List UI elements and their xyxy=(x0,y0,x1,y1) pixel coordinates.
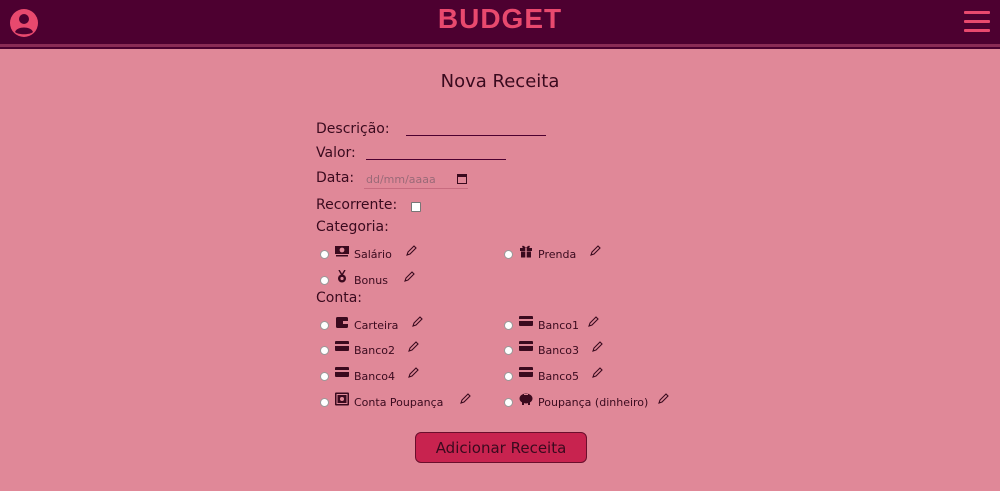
hamburger-menu-icon[interactable] xyxy=(964,11,990,33)
conta-radio[interactable] xyxy=(320,321,329,330)
pencil-icon[interactable] xyxy=(408,341,419,352)
categoria-radio[interactable] xyxy=(504,250,513,259)
card-icon xyxy=(519,341,533,351)
pencil-icon[interactable] xyxy=(408,367,419,378)
categoria-label-text: Bonus xyxy=(354,274,388,287)
categoria-label-text: Prenda xyxy=(538,248,577,261)
calendar-icon[interactable] xyxy=(457,173,467,184)
card-icon xyxy=(519,316,533,326)
conta-label-text: Banco1 xyxy=(538,319,580,332)
categoria-label-text: Salário xyxy=(354,248,392,261)
categoria-radio[interactable] xyxy=(320,276,329,285)
pencil-icon[interactable] xyxy=(590,245,601,256)
app-title: BUDGET xyxy=(437,3,563,34)
conta-radio[interactable] xyxy=(320,398,329,407)
conta-radio[interactable] xyxy=(320,346,329,355)
conta-label-text: Banco3 xyxy=(538,344,580,357)
conta-radio[interactable] xyxy=(320,372,329,381)
conta-radio[interactable] xyxy=(504,321,513,330)
safe-icon xyxy=(335,392,349,406)
pencil-icon[interactable] xyxy=(592,367,603,378)
conta-label-text: Banco5 xyxy=(538,370,580,383)
valor-input[interactable] xyxy=(366,143,506,160)
conta-label-text: Poupança (dinheiro) xyxy=(538,396,649,409)
adicionar-receita-button[interactable]: Adicionar Receita xyxy=(415,432,587,463)
valor-label: Valor: xyxy=(316,145,356,161)
pencil-icon[interactable] xyxy=(412,316,423,327)
page-title: Nova Receita xyxy=(440,71,560,92)
conta-radio[interactable] xyxy=(504,346,513,355)
categoria-label: Categoria: xyxy=(316,219,389,235)
conta-label-text: Banco2 xyxy=(354,344,396,357)
conta-label-text: Carteira xyxy=(354,319,399,332)
pencil-icon[interactable] xyxy=(404,271,415,282)
card-icon xyxy=(335,367,349,377)
data-input[interactable]: dd/mm/aaaa xyxy=(364,172,468,189)
descricao-label: Descrição: xyxy=(316,121,390,137)
conta-label: Conta: xyxy=(316,290,362,306)
conta-radio[interactable] xyxy=(504,398,513,407)
gift-icon xyxy=(520,245,532,258)
medal-icon xyxy=(338,270,346,283)
money-icon xyxy=(335,246,349,257)
wallet-icon xyxy=(336,317,348,328)
data-placeholder: dd/mm/aaaa xyxy=(366,173,436,186)
conta-label-text: Conta Poupança xyxy=(354,396,444,409)
header-divider xyxy=(0,47,1000,49)
recorrente-checkbox[interactable] xyxy=(411,202,421,212)
pencil-icon[interactable] xyxy=(592,341,603,352)
conta-label-text: Banco4 xyxy=(354,370,396,383)
conta-radio[interactable] xyxy=(504,372,513,381)
recorrente-label: Recorrente: xyxy=(316,197,398,213)
pencil-icon[interactable] xyxy=(406,245,417,256)
pencil-icon[interactable] xyxy=(588,316,599,327)
categoria-radio[interactable] xyxy=(320,250,329,259)
pencil-icon[interactable] xyxy=(460,393,471,404)
card-icon xyxy=(519,367,533,377)
piggy-bank-icon xyxy=(519,393,533,405)
descricao-input[interactable] xyxy=(406,119,546,136)
pencil-icon[interactable] xyxy=(658,393,669,404)
data-label: Data: xyxy=(316,170,355,186)
card-icon xyxy=(335,341,349,351)
app-header: BUDGET xyxy=(0,0,1000,47)
